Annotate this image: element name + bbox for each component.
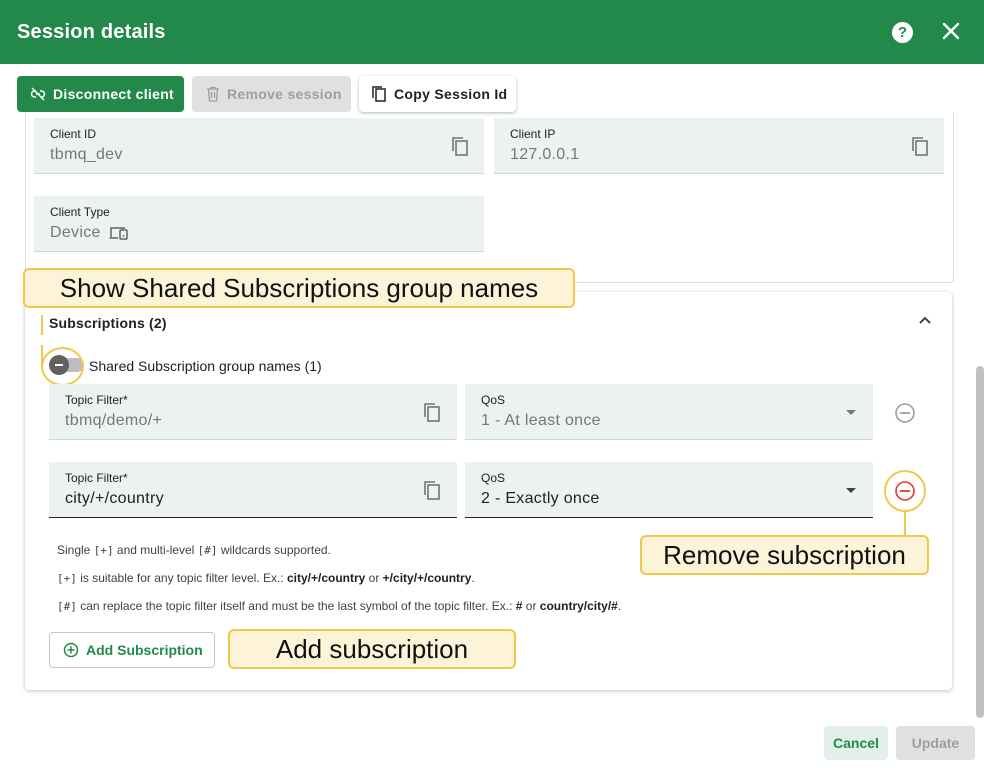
qos-label: QoS [481,471,506,485]
disconnect-client-label: Disconnect client [53,86,175,102]
callout-connector [41,315,43,335]
topic-filter-label: Topic Filter* [65,471,128,485]
qos-value: 1 - At least once [481,412,601,429]
multi-level-hint: [#] can replace the topic filter itself … [57,599,622,613]
qos-select[interactable]: QoS 1 - At least once [465,384,873,440]
qos-select[interactable]: QoS 2 - Exactly once [465,462,873,518]
add-subscription-label: Add Subscription [86,642,203,658]
trash-icon [207,86,219,102]
topic-filter-field[interactable]: Topic Filter* city/+/country [49,462,457,518]
remove-session-label: Remove session [227,86,342,102]
cancel-button[interactable]: Cancel [824,726,888,760]
devices-icon [109,227,128,240]
client-type-field: Client Type Device [34,196,484,252]
wildcard-hint: Single [+] and multi-level [#] wildcards… [57,543,331,557]
qos-value: 2 - Exactly once [481,490,600,507]
help-icon[interactable]: ? [892,22,913,43]
copy-session-id-button[interactable]: Copy Session Id [359,76,516,112]
dropdown-arrow-icon [846,410,856,415]
topic-filter-value: city/+/country [65,490,164,507]
subscriptions-title: Subscriptions (2) [49,315,167,331]
disconnect-client-button[interactable]: Disconnect client [17,76,184,112]
topic-filter-value: tbmq/demo/+ [65,412,163,429]
copy-icon[interactable] [422,402,442,424]
close-icon[interactable] [940,20,962,42]
client-ip-field[interactable]: Client IP 127.0.0.1 [494,118,944,174]
client-id-label: Client ID [50,127,97,141]
dropdown-arrow-icon [846,488,856,493]
shared-subscriptions-label: Shared Subscription group names (1) [89,358,322,374]
chevron-up-icon[interactable] [917,313,933,327]
scrollbar-thumb[interactable] [976,366,984,718]
callout-shared-subscriptions: Show Shared Subscriptions group names [23,268,575,308]
copy-session-id-label: Copy Session Id [394,86,508,102]
callout-connector [904,512,906,536]
callout-add-subscription: Add subscription [228,629,516,669]
topic-filter-field[interactable]: Topic Filter* tbmq/demo/+ [49,384,457,440]
dialog-title: Session details [17,21,166,43]
add-subscription-button[interactable]: Add Subscription [49,632,215,668]
copy-icon [372,86,386,102]
client-ip-value: 127.0.0.1 [510,146,580,163]
client-id-value: tbmq_dev [50,146,123,163]
add-circle-icon [63,642,79,658]
copy-icon[interactable] [450,136,470,158]
dialog-header: Session details ? [0,0,984,64]
client-id-field[interactable]: Client ID tbmq_dev [34,118,484,174]
remove-subscription-icon[interactable] [894,480,916,502]
update-button[interactable]: Update [896,726,975,760]
qos-label: QoS [481,393,506,407]
single-level-hint: [+] is suitable for any topic filter lev… [57,571,475,585]
client-type-value: Device [50,224,101,241]
topic-filter-label: Topic Filter* [65,393,128,407]
remove-session-button[interactable]: Remove session [192,76,351,112]
client-ip-label: Client IP [510,127,556,141]
callout-remove-subscription: Remove subscription [640,535,929,575]
client-type-label: Client Type [50,205,110,219]
remove-subscription-icon[interactable] [894,402,916,424]
toggle-highlight-ring [41,347,84,386]
link-off-icon [30,87,46,101]
copy-icon[interactable] [910,136,930,158]
copy-icon[interactable] [422,480,442,502]
